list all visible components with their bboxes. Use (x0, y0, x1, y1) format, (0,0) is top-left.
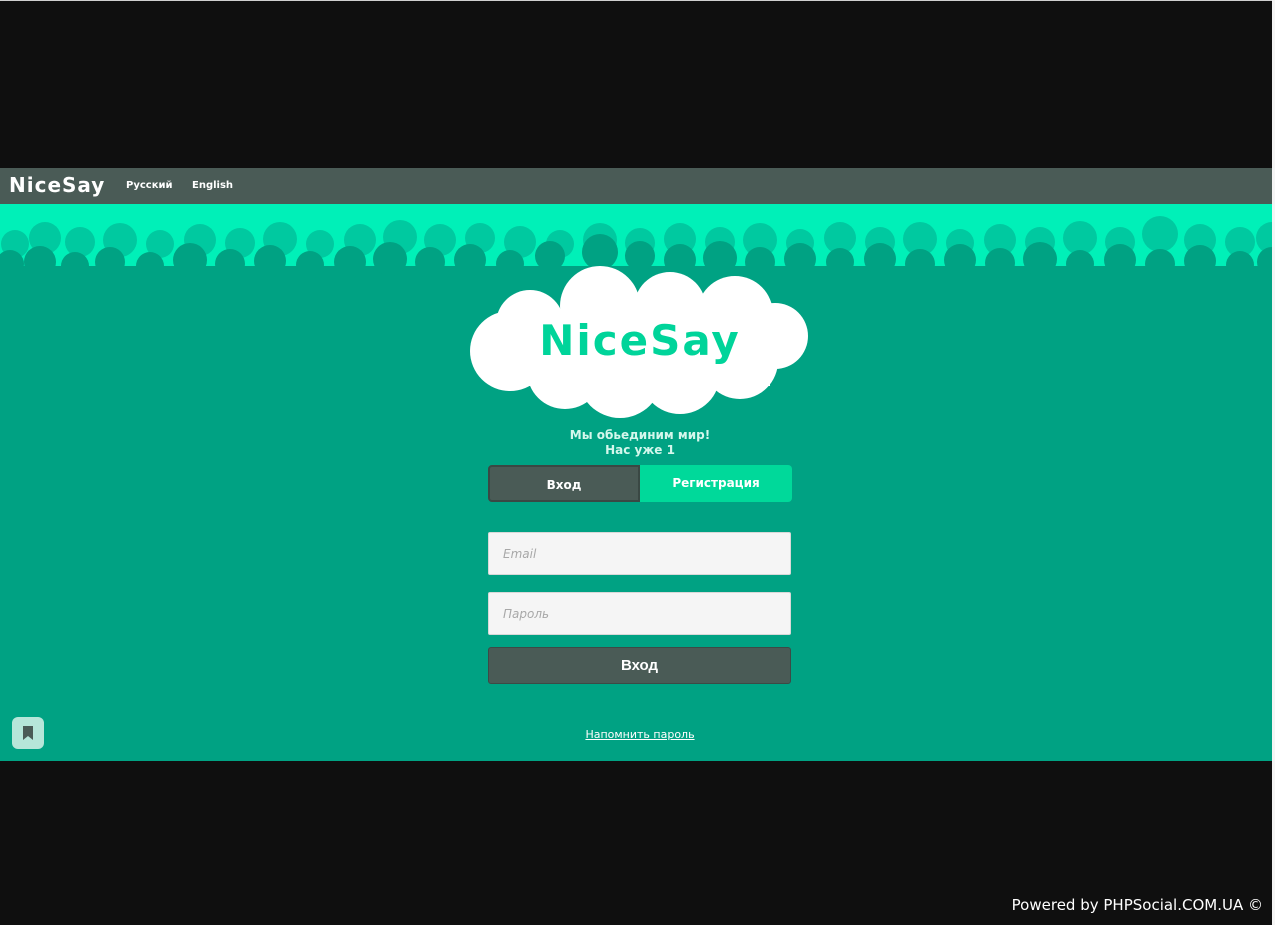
brand-logo[interactable]: NiceSay (9, 173, 105, 197)
remind-password-link[interactable]: Напомнить пароль (540, 728, 740, 741)
language-english-link[interactable]: English (192, 180, 233, 191)
language-russian-link[interactable]: Русский (126, 180, 173, 191)
login-submit-button[interactable]: Вход (488, 647, 791, 684)
powered-by-footer: Powered by PHPSocial.COM.UA © (1011, 896, 1263, 914)
auth-tabs: Вход Регистрация (488, 465, 792, 503)
logo-title: NiceSay (539, 316, 741, 365)
tagline-user-count: Нас уже 1 (605, 443, 675, 457)
tab-login[interactable]: Вход (488, 465, 640, 502)
email-input[interactable] (488, 532, 791, 575)
hero-section: NiceSay Мы обьединим мир! Нас уже 1 Вход… (0, 204, 1272, 761)
top-navbar: NiceSay Русский English (0, 168, 1272, 204)
window-top-border (0, 0, 1275, 1)
tagline-line-1: Мы обьединим мир! (569, 428, 711, 442)
tagline: Мы обьединим мир! Нас уже 1 (440, 428, 840, 458)
bookmark-button[interactable] (12, 717, 44, 749)
bookmark-icon (23, 726, 33, 740)
password-input[interactable] (488, 592, 791, 635)
tab-register[interactable]: Регистрация (640, 465, 792, 502)
